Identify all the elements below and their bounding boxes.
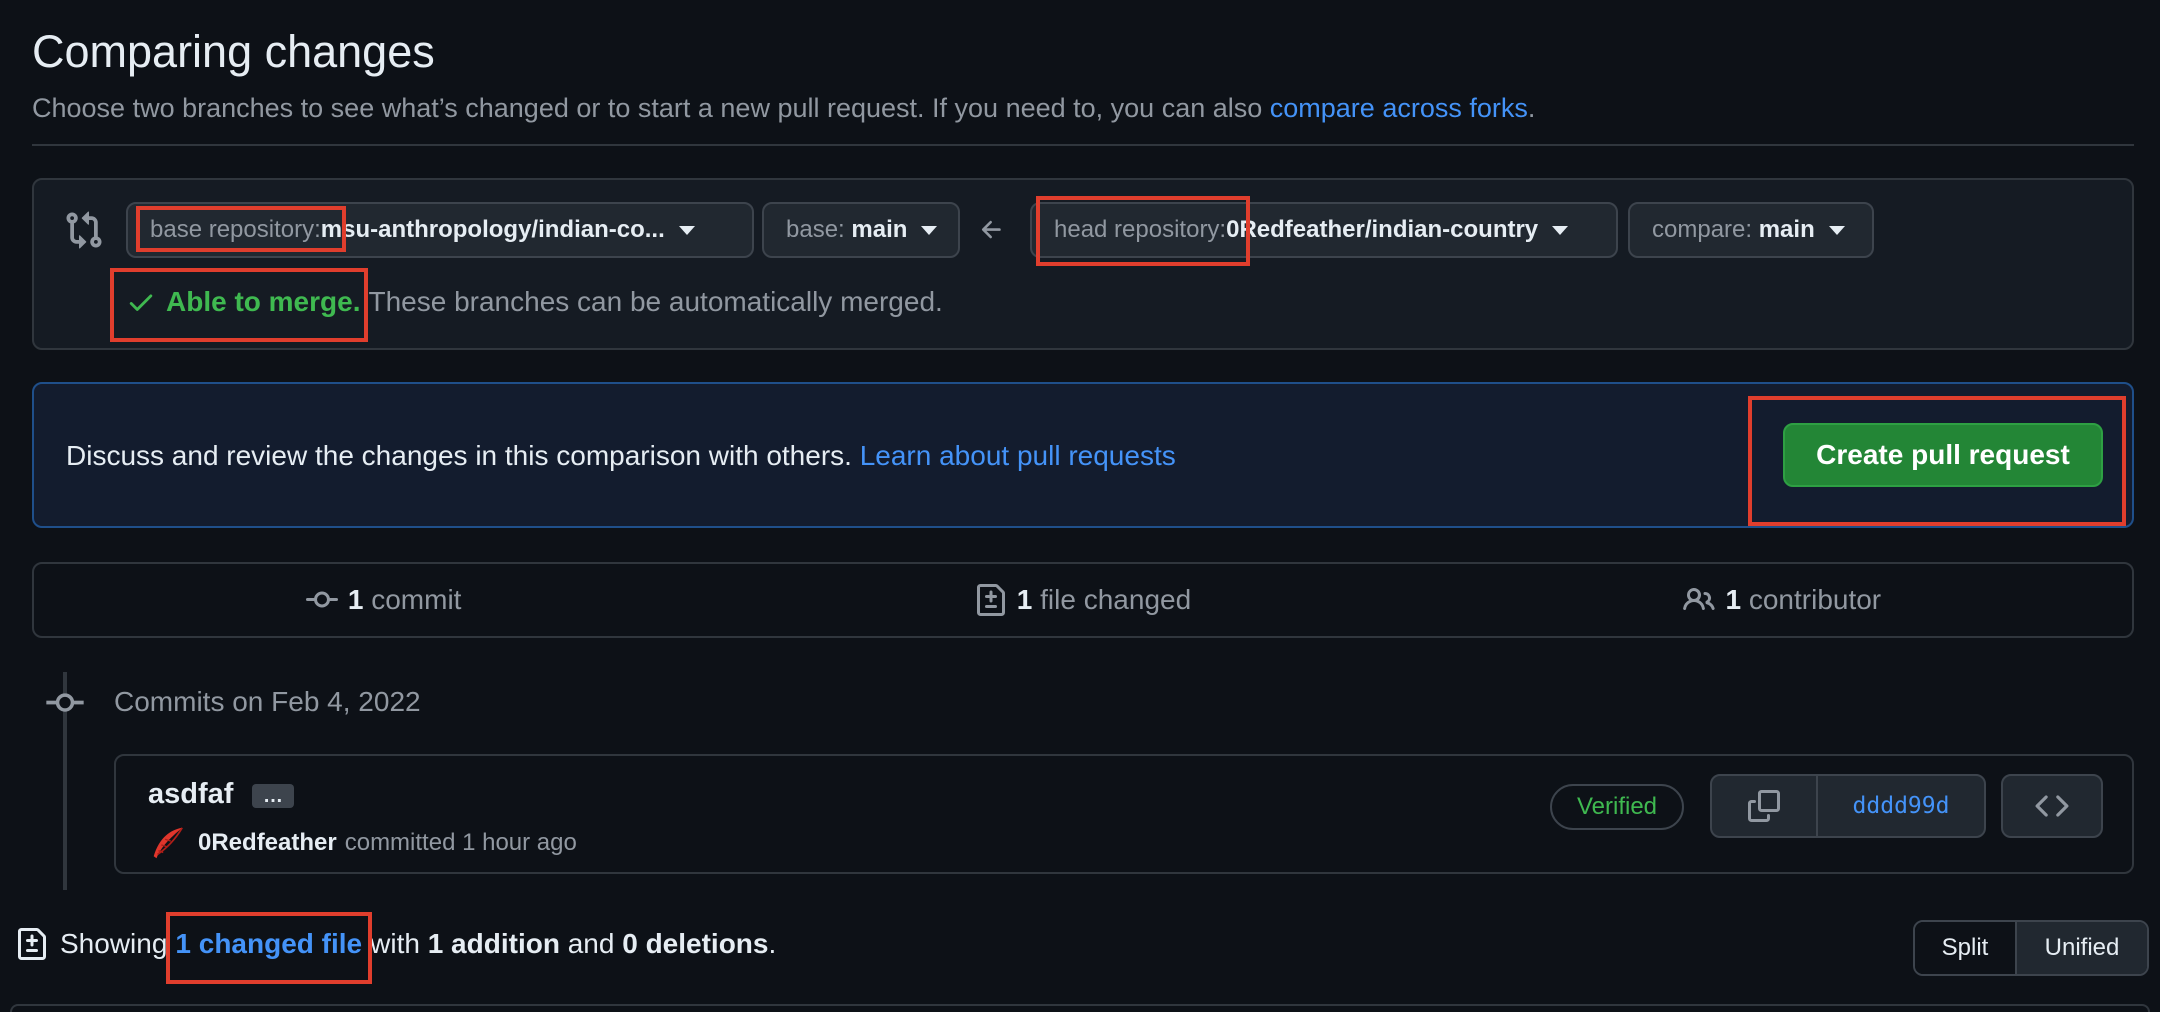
commits-count: 1 bbox=[347, 584, 364, 615]
diff-summary: Showing 1 changed file with 1 addition a… bbox=[16, 928, 776, 960]
avatar[interactable] bbox=[148, 824, 186, 862]
commits-date-header: Commits on Feb 4, 2022 bbox=[114, 686, 421, 717]
contributors-count: 1 bbox=[1725, 584, 1742, 615]
verified-badge[interactable]: Verified bbox=[1550, 784, 1684, 830]
subtitle-text: Choose two branches to see what’s change… bbox=[32, 93, 1270, 123]
expand-commit-message-button[interactable]: … bbox=[252, 784, 294, 808]
copy-sha-button[interactable] bbox=[1712, 776, 1818, 836]
compare-branch-select[interactable]: compare: main bbox=[1628, 202, 1874, 258]
comparison-stats: 1 commit 1 file changed 1 contributor bbox=[32, 562, 2134, 638]
additions-count: 1 addition bbox=[427, 928, 560, 959]
base-repository-select[interactable]: base repository: msu-anthropology/indian… bbox=[126, 202, 754, 258]
merge-ok-text: Able to merge. bbox=[166, 286, 361, 317]
base-repository-value: msu-anthropology/indian-co... bbox=[320, 216, 665, 243]
commit-sha-link[interactable]: dddd99d bbox=[1818, 776, 1984, 836]
file-diff-icon bbox=[18, 928, 46, 960]
chevron-down-icon bbox=[921, 225, 938, 235]
unified-view-button[interactable]: Unified bbox=[2017, 922, 2147, 974]
showing-end: . bbox=[768, 928, 777, 959]
deletions-count: 0 deletions bbox=[622, 928, 769, 959]
base-branch-select[interactable]: base: main bbox=[762, 202, 960, 258]
create-pull-request-button[interactable]: Create pull request bbox=[1783, 423, 2103, 487]
arrow-left-icon bbox=[981, 220, 1001, 239]
commit-sha-group: dddd99d bbox=[1710, 774, 1986, 838]
pr-banner: Discuss and review the changes in this c… bbox=[32, 382, 2134, 528]
browse-code-button[interactable] bbox=[2001, 774, 2103, 838]
commit-meta: 0Redfeather committed 1 hour ago bbox=[148, 824, 577, 862]
contributors-label: contributor bbox=[1748, 584, 1882, 615]
divider bbox=[32, 144, 2134, 146]
check-icon bbox=[129, 294, 153, 311]
head-repository-value: 0Redfeather/indian-country bbox=[1226, 216, 1539, 243]
compare-across-forks-link[interactable]: compare across forks bbox=[1270, 93, 1528, 123]
git-commit-icon bbox=[305, 591, 338, 608]
files-label: file changed bbox=[1040, 584, 1192, 615]
compare-branch-label: compare: bbox=[1652, 216, 1753, 243]
commits-tab[interactable]: 1 commit bbox=[34, 564, 733, 636]
banner-message: Discuss and review the changes in this c… bbox=[66, 440, 860, 471]
chevron-down-icon bbox=[678, 225, 695, 235]
changed-files-link[interactable]: 1 changed file bbox=[175, 928, 362, 960]
base-branch-value: main bbox=[851, 216, 908, 243]
page-title: Comparing changes bbox=[32, 26, 435, 77]
merge-status-text: These branches can be automatically merg… bbox=[368, 286, 943, 317]
showing-with: with bbox=[370, 928, 420, 959]
subtitle-end: . bbox=[1527, 93, 1536, 123]
file-diff-container-edge bbox=[10, 1004, 2150, 1012]
contributors-tab[interactable]: 1 contributor bbox=[1433, 564, 2132, 636]
page-subtitle: Choose two branches to see what’s change… bbox=[32, 93, 1535, 124]
split-view-button[interactable]: Split bbox=[1915, 922, 2017, 974]
commit-title-link[interactable]: asdfaf bbox=[148, 778, 233, 811]
showing-prefix: Showing bbox=[60, 928, 168, 959]
showing-and: and bbox=[567, 928, 615, 959]
base-branch-label: base: bbox=[786, 216, 845, 243]
files-changed-tab[interactable]: 1 file changed bbox=[733, 564, 1432, 636]
merge-status: Able to merge. These branches can be aut… bbox=[126, 286, 943, 318]
banner-text: Discuss and review the changes in this c… bbox=[66, 440, 1176, 472]
head-repository-select[interactable]: head repository: 0Redfeather/indian-coun… bbox=[1030, 202, 1618, 258]
diff-view-toggle: Split Unified bbox=[1913, 920, 2149, 976]
chevron-down-icon bbox=[1552, 225, 1569, 235]
base-repository-label: base repository: bbox=[150, 216, 321, 243]
compare-page: Comparing changes Choose two branches to… bbox=[0, 0, 2160, 1012]
commit-time: committed 1 hour ago bbox=[344, 829, 577, 856]
people-icon bbox=[1683, 587, 1716, 611]
chevron-down-icon bbox=[1828, 225, 1845, 235]
git-compare-icon bbox=[66, 211, 102, 249]
git-commit-icon bbox=[46, 693, 84, 712]
commits-label: commit bbox=[371, 584, 462, 615]
range-editor: base repository: msu-anthropology/indian… bbox=[32, 178, 2134, 350]
copy-icon bbox=[1748, 790, 1780, 822]
commit-author-link[interactable]: 0Redfeather bbox=[198, 829, 337, 857]
code-icon bbox=[2035, 795, 2069, 817]
commit-item: asdfaf … 0Redfeather committed 1 hour ag… bbox=[114, 754, 2134, 874]
file-diff-icon bbox=[976, 584, 1005, 616]
learn-pull-requests-link[interactable]: Learn about pull requests bbox=[860, 440, 1176, 471]
head-repository-label: head repository: bbox=[1054, 216, 1227, 243]
compare-branch-value: main bbox=[1758, 216, 1815, 243]
files-count: 1 bbox=[1016, 584, 1033, 615]
